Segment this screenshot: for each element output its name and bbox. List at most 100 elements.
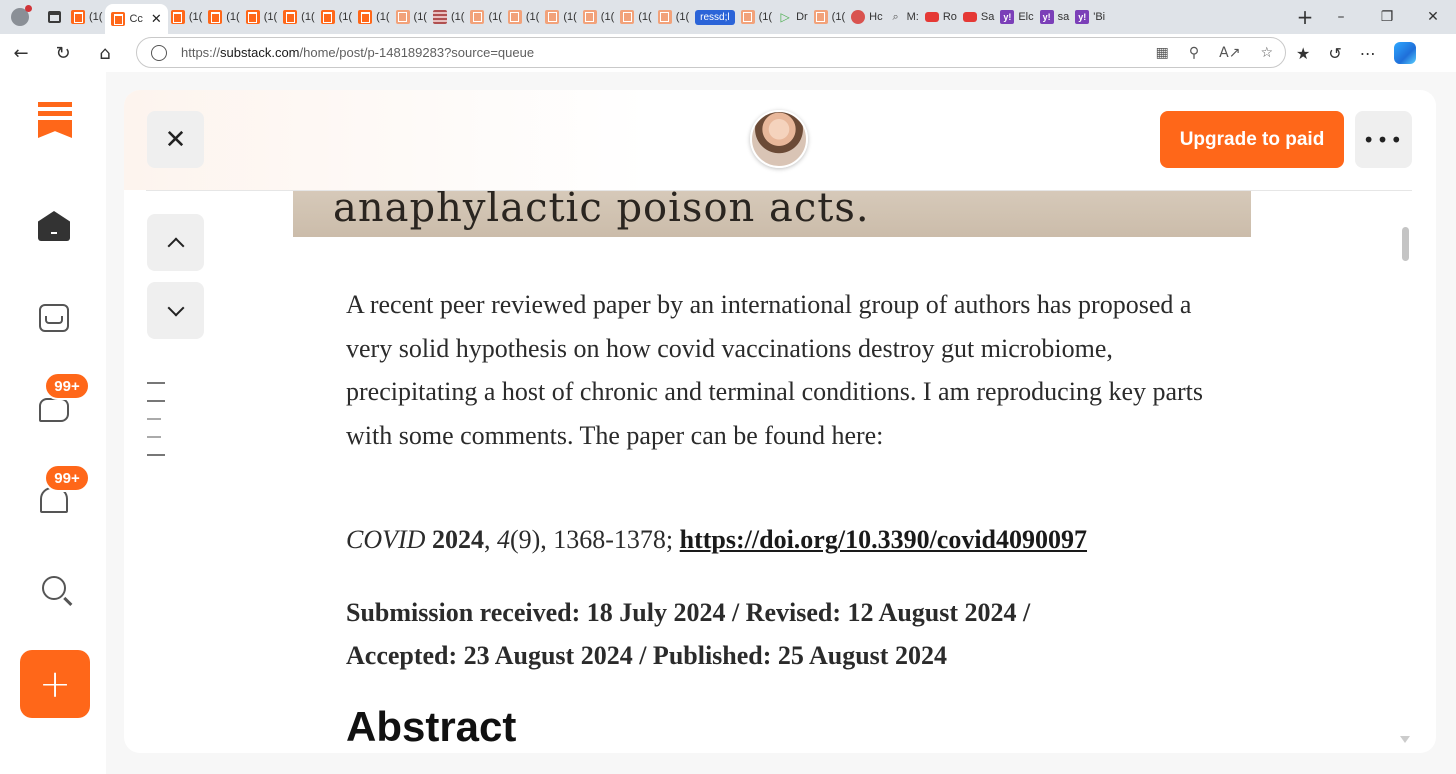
upgrade-button[interactable]: Upgrade to paid [1160,111,1344,168]
toc-line[interactable] [147,436,161,438]
browser-tab[interactable]: (1( [168,4,205,30]
browser-tab[interactable]: (1( [505,4,542,30]
copilot-icon[interactable] [1393,42,1416,64]
browser-tab[interactable]: (1( [430,4,467,30]
toc-line[interactable] [147,418,161,420]
previous-post-button[interactable] [147,214,204,271]
browser-tab[interactable]: Hc [848,4,885,30]
browser-tab[interactable]: (1( [655,4,692,30]
browser-tab[interactable]: (1( [280,4,317,30]
citation: COVID 2024, 4(9), 1368-1378; https://doi… [346,525,1088,554]
scrollbar-thumb[interactable] [1402,227,1409,261]
substack-favicon-icon [358,10,373,24]
substack-favicon-icon [320,10,335,24]
tab-label: Hc [869,11,883,23]
browser-tab[interactable]: (1( [68,4,105,30]
close-tab-icon[interactable]: ✕ [151,11,162,27]
compose-button[interactable]: + [20,650,90,718]
substack-sidebar: 99+ 99+ + [0,72,106,774]
play-favicon-icon: ▷ [780,10,790,24]
red-favicon-icon [851,10,866,24]
scroll-down-arrow[interactable] [1400,736,1410,743]
next-post-button[interactable] [147,282,204,339]
browser-tab[interactable]: (1( [811,4,848,30]
browser-tab[interactable]: Ro [922,4,960,30]
profile-icon[interactable] [0,0,40,34]
substack-favicon-icon [170,10,185,24]
yahoo-favicon-icon: y! [1039,10,1054,24]
browser-tab-strip: (1(Cc ✕ (1((1((1((1((1((1((1((1((1((1((1((… [0,0,1456,34]
browser-tab[interactable]: (1( [738,4,775,30]
close-button[interactable]: ✕ [147,111,204,168]
maximize-icon[interactable]: ❐ [1364,9,1410,25]
favorite-star-icon[interactable]: ☆ [1260,45,1273,61]
tab-label: (1( [226,11,240,23]
table-of-contents[interactable] [147,382,165,472]
substack-logo[interactable] [38,102,72,142]
tab-actions-icon[interactable] [40,0,68,34]
tab-label: sa [1057,11,1070,23]
browser-tab[interactable]: (1( [617,4,654,30]
site-info-icon[interactable] [151,44,167,61]
scanned-image-excerpt: anaphylactic poison acts. [293,191,1251,237]
tab-list: (1(Cc ✕ (1((1((1((1((1((1((1((1((1((1((1((… [68,0,1292,34]
new-tab-icon[interactable]: + [1292,5,1318,29]
toc-line[interactable] [147,400,165,402]
author-avatar[interactable] [750,110,808,168]
browser-tab[interactable]: ▷ Dr [775,4,811,30]
browser-tab[interactable]: (1( [580,4,617,30]
doi-link[interactable]: https://doi.org/10.3390/covid4090097 [680,525,1087,554]
more-options-button[interactable]: ••• [1355,111,1412,168]
browser-tab[interactable]: y! sa [1037,4,1073,30]
tab-label: Cc [129,13,143,25]
browser-tab[interactable]: (1( [542,4,579,30]
substack-faded-favicon-icon [545,10,560,24]
browser-tab[interactable]: (1( [243,4,280,30]
tab-label: (1( [338,11,353,23]
citation-pages: , 1368-1378; [540,525,680,554]
yahoo-favicon-icon: y! [1075,10,1090,24]
tab-label: Sa [980,11,995,23]
toc-line[interactable] [147,382,165,384]
browser-tab[interactable]: ⌕ M: [886,4,922,30]
toc-line[interactable] [147,454,165,456]
home-icon[interactable] [34,206,74,246]
abstract-heading: Abstract [346,703,517,750]
read-aloud-icon[interactable]: A↗ [1219,45,1240,61]
search-icon[interactable] [34,568,74,608]
browser-tab[interactable]: ressd;l [692,4,737,30]
url-text[interactable]: https://substack.com/home/post/p-1481892… [181,45,534,60]
substack-faded-favicon-icon [620,10,635,24]
favorites-icon[interactable]: ★ [1296,44,1310,63]
close-window-icon[interactable]: ✕ [1410,9,1456,25]
tab-label: M: [906,11,919,23]
browser-tab[interactable]: (1( [467,4,504,30]
address-bar[interactable]: https://substack.com/home/post/p-1481892… [136,37,1286,68]
extensions-menu-icon[interactable]: ⋯ [1360,44,1376,63]
inbox-icon[interactable] [34,298,74,338]
article-body: A recent peer reviewed paper by an inter… [346,283,1226,750]
refresh-icon[interactable]: ↻ [42,34,84,72]
substack-favicon-icon [71,10,85,24]
browser-tab[interactable]: Cc ✕ [105,4,168,34]
minimize-icon[interactable]: – [1318,9,1364,25]
browser-tab[interactable]: (1( [205,4,242,30]
apps-icon[interactable]: ▦ [1156,45,1169,61]
browser-tab[interactable]: y! Elc [997,4,1036,30]
zoom-icon[interactable]: ⚲ [1189,45,1199,61]
substack-faded-favicon-icon [470,10,485,24]
back-icon[interactable]: ← [0,34,42,72]
history-icon[interactable]: ↺ [1328,44,1341,63]
home-browser-icon[interactable]: ⌂ [84,34,126,72]
window-controls: – ❐ ✕ [1318,0,1456,34]
browser-tab[interactable]: y! 'Bi [1072,4,1108,30]
browser-tab[interactable]: Sa [960,4,997,30]
browser-tab[interactable]: (1( [355,4,392,30]
browser-tab[interactable]: (1( [393,4,430,30]
substack-favicon-icon [208,10,223,24]
substack-faded-favicon-icon [582,10,597,24]
tab-label: (1( [758,11,773,23]
tab-label: (1( [675,11,690,23]
browser-tab[interactable]: (1( [318,4,355,30]
scanned-text: anaphylactic poison acts. [333,191,870,231]
